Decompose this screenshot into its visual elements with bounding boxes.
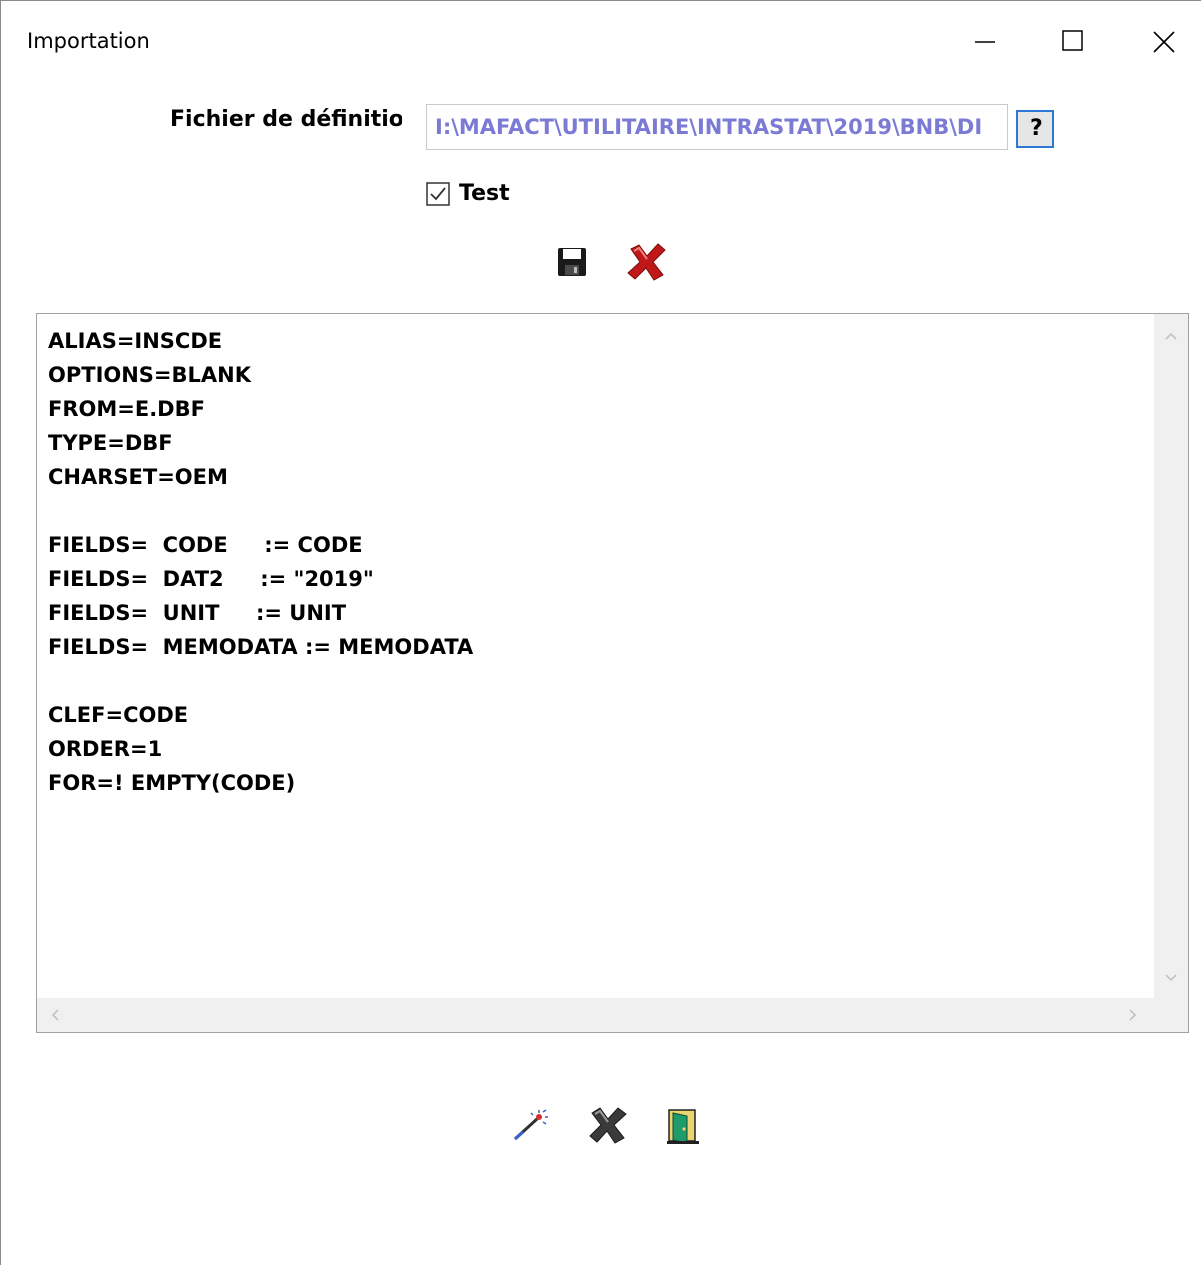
definition-editor-content[interactable]: ALIAS=INSCDE OPTIONS=BLANK FROM=E.DBF TY…	[48, 324, 473, 800]
vertical-scrollbar[interactable]	[1154, 314, 1188, 998]
cancel-button[interactable]	[587, 1105, 629, 1145]
scroll-up-icon[interactable]	[1163, 328, 1179, 344]
scroll-right-icon[interactable]	[1125, 1007, 1141, 1023]
scroll-left-icon[interactable]	[47, 1007, 63, 1023]
maximize-button[interactable]	[1051, 19, 1097, 65]
minimize-button[interactable]	[959, 19, 1005, 65]
close-icon	[1153, 31, 1175, 53]
minimize-icon	[975, 41, 995, 43]
title-bar[interactable]: Importation	[1, 1, 1201, 85]
browse-button-label: ?	[1030, 116, 1043, 141]
definition-file-label: Fichier de définitior	[170, 107, 402, 132]
test-checkbox[interactable]	[426, 182, 452, 208]
floppy-disk-icon	[558, 248, 586, 276]
scroll-down-icon[interactable]	[1163, 970, 1179, 986]
grey-x-icon	[589, 1107, 627, 1144]
maximize-icon	[1062, 30, 1083, 51]
red-x-icon	[627, 243, 666, 281]
horizontal-scrollbar[interactable]	[37, 998, 1154, 1032]
definition-file-value: I:\MAFACT\UTILITAIRE\INTRASTAT\2019\BNB\…	[435, 115, 983, 139]
exit-door-icon	[667, 1109, 699, 1144]
importation-window: Importation Fichier de définitior I:\MAF…	[0, 0, 1201, 1265]
definition-file-input[interactable]: I:\MAFACT\UTILITAIRE\INTRASTAT\2019\BNB\…	[426, 104, 1008, 150]
definition-editor[interactable]: ALIAS=INSCDE OPTIONS=BLANK FROM=E.DBF TY…	[36, 313, 1189, 1033]
cancel-edit-button[interactable]	[625, 241, 669, 283]
scrollbar-corner	[1154, 998, 1188, 1032]
magic-wand-icon	[513, 1109, 548, 1141]
window-title: Importation	[27, 29, 150, 53]
save-button[interactable]	[557, 246, 587, 278]
test-checkbox-label[interactable]: Test	[459, 181, 510, 206]
browse-button[interactable]: ?	[1016, 110, 1054, 148]
exit-button[interactable]	[665, 1107, 701, 1145]
close-button[interactable]	[1141, 19, 1187, 65]
run-import-button[interactable]	[509, 1109, 551, 1143]
